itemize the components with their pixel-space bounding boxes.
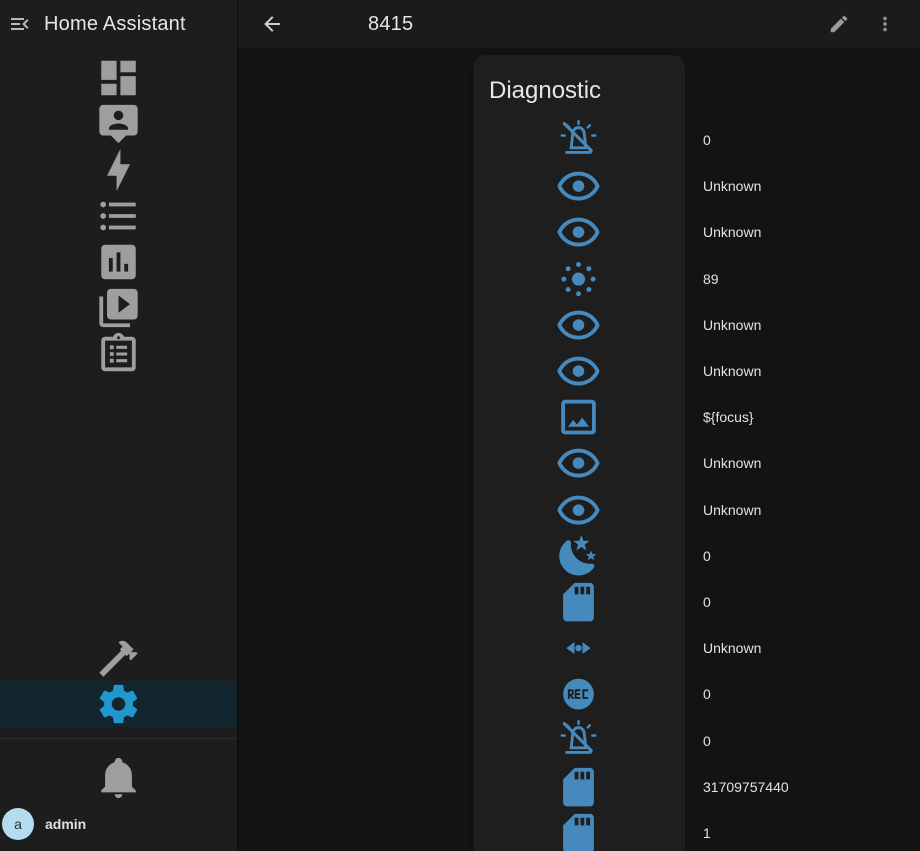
- sidebar-divider: [0, 738, 237, 739]
- eye-icon: [489, 163, 668, 209]
- entity-state: ${focus}: [703, 409, 754, 425]
- entity-row[interactable]: Pan Posit… Unknown: [489, 625, 668, 671]
- tooltip-account-icon: [8, 101, 229, 147]
- hammer-icon: [8, 635, 229, 681]
- image-icon: [489, 394, 668, 440]
- sidebar-item-todo-lists[interactable]: To-do lists: [0, 331, 237, 377]
- sidebar-item-map[interactable]: Map: [0, 101, 237, 147]
- bell-icon: [8, 754, 229, 800]
- entity-state: 0: [703, 733, 711, 749]
- sidebar-item-energy[interactable]: Energy: [0, 147, 237, 193]
- sidebar-item-developer-tools[interactable]: Developer tools: [0, 635, 237, 681]
- entity-row[interactable]: Recording Status 0: [489, 671, 668, 717]
- menu-open-icon: [8, 12, 32, 36]
- back-button[interactable]: [260, 12, 284, 36]
- weather-night-icon: [489, 533, 668, 579]
- entity-state: 0: [703, 686, 711, 702]
- overflow-menu-button[interactable]: [874, 13, 896, 35]
- sidebar-item-overview[interactable]: Overview: [0, 55, 237, 101]
- entity-row[interactable]: Current Brightne… 89: [489, 256, 668, 302]
- entity-state: 0: [703, 548, 711, 564]
- dashboard-view: Diagnostic Alarm Muted 0 Alarm Se… Unkno…: [238, 48, 920, 851]
- app-title: Home Assistant: [44, 13, 186, 36]
- pan-horizontal-icon: [489, 625, 668, 671]
- page-title: 8415: [368, 0, 413, 48]
- sidebar-item-settings[interactable]: Settings: [0, 681, 237, 727]
- entity-row[interactable]: Focus Pos… ${focus}: [489, 394, 668, 440]
- entity-state: Unknown: [703, 363, 761, 379]
- entity-row[interactable]: Alarm Se… Unknown: [489, 163, 668, 209]
- entity-state: 89: [703, 271, 719, 287]
- play-box-multiple-icon: [8, 285, 229, 331]
- cog-icon: [8, 681, 229, 727]
- entity-row[interactable]: Night Mode 0: [489, 533, 668, 579]
- entity-state: Unknown: [703, 178, 761, 194]
- eye-icon: [489, 487, 668, 533]
- sd-card-icon: [489, 764, 668, 810]
- sidebar-item-logbook[interactable]: Logbook: [0, 193, 237, 239]
- entity-state: Unknown: [703, 224, 761, 240]
- dots-vertical-icon: [874, 13, 896, 35]
- alarm-light-off-icon: [489, 117, 668, 163]
- sd-card-icon: [489, 810, 668, 851]
- entity-state: 31709757440: [703, 779, 789, 795]
- entity-state: Unknown: [703, 502, 761, 518]
- entity-row[interactable]: Remaining Alarm … 0: [489, 717, 668, 763]
- view-dashboard-icon: [8, 55, 229, 101]
- entity-state: Unknown: [703, 455, 761, 471]
- sd-card-icon: [489, 579, 668, 625]
- sidebar-item-media[interactable]: Media: [0, 285, 237, 331]
- entity-state: 0: [703, 594, 711, 610]
- home-assistant-window: 8415 Home Assistant Overview Map: [0, 0, 920, 851]
- sidebar-spacer: [0, 377, 237, 635]
- profile-label: admin: [45, 816, 86, 832]
- sidebar-header: Home Assistant: [0, 0, 237, 48]
- pencil-icon: [828, 13, 850, 35]
- sidebar-item-history[interactable]: History: [0, 239, 237, 285]
- sidebar-item-profile[interactable]: a admin: [0, 800, 237, 848]
- edit-dashboard-button[interactable]: [828, 13, 850, 35]
- entity-row[interactable]: Alarm Se… Unknown: [489, 209, 668, 255]
- arrow-left-icon: [260, 12, 284, 36]
- sidebar: Home Assistant Overview Map Energy Logbo…: [0, 0, 238, 851]
- sidebar-toggle-button[interactable]: [8, 12, 32, 36]
- entity-state: 1: [703, 825, 711, 841]
- eye-icon: [489, 302, 668, 348]
- entity-state: 0: [703, 132, 711, 148]
- entity-row[interactable]: Manual O… Unknown: [489, 487, 668, 533]
- sidebar-nav: Overview Map Energy Logbook History Medi…: [0, 48, 237, 377]
- entity-row[interactable]: Manual O… Unknown: [489, 440, 668, 486]
- sidebar-item-notifications[interactable]: Notifications: [0, 754, 237, 800]
- brightness-icon: [489, 256, 668, 302]
- entity-row[interactable]: Detected … Unknown: [489, 302, 668, 348]
- eye-icon: [489, 348, 668, 394]
- lightning-bolt-icon: [8, 147, 229, 193]
- format-list-bulleted-icon: [8, 193, 229, 239]
- entity-row[interactable]: SD Status 1: [489, 810, 668, 851]
- entity-row[interactable]: Detected … Unknown: [489, 348, 668, 394]
- entity-rows: Alarm Muted 0 Alarm Se… Unknown Alarm Se…: [489, 117, 668, 851]
- alarm-light-off-icon: [489, 717, 668, 763]
- entity-row[interactable]: Number of Recor… 0: [489, 579, 668, 625]
- eye-icon: [489, 440, 668, 486]
- card-title: Diagnostic: [489, 75, 668, 107]
- eye-icon: [489, 209, 668, 255]
- chart-box-icon: [8, 239, 229, 285]
- entity-row[interactable]: SD S… 31709757440: [489, 764, 668, 810]
- entity-state: Unknown: [703, 640, 761, 656]
- avatar: a: [2, 808, 34, 840]
- clipboard-list-icon: [8, 331, 229, 377]
- diagnostic-card: Diagnostic Alarm Muted 0 Alarm Se… Unkno…: [473, 55, 685, 851]
- entity-row[interactable]: Alarm Muted 0: [489, 117, 668, 163]
- sidebar-bottom-nav: Developer tools Settings: [0, 635, 237, 727]
- entity-state: Unknown: [703, 317, 761, 333]
- record-rec-icon: [489, 671, 668, 717]
